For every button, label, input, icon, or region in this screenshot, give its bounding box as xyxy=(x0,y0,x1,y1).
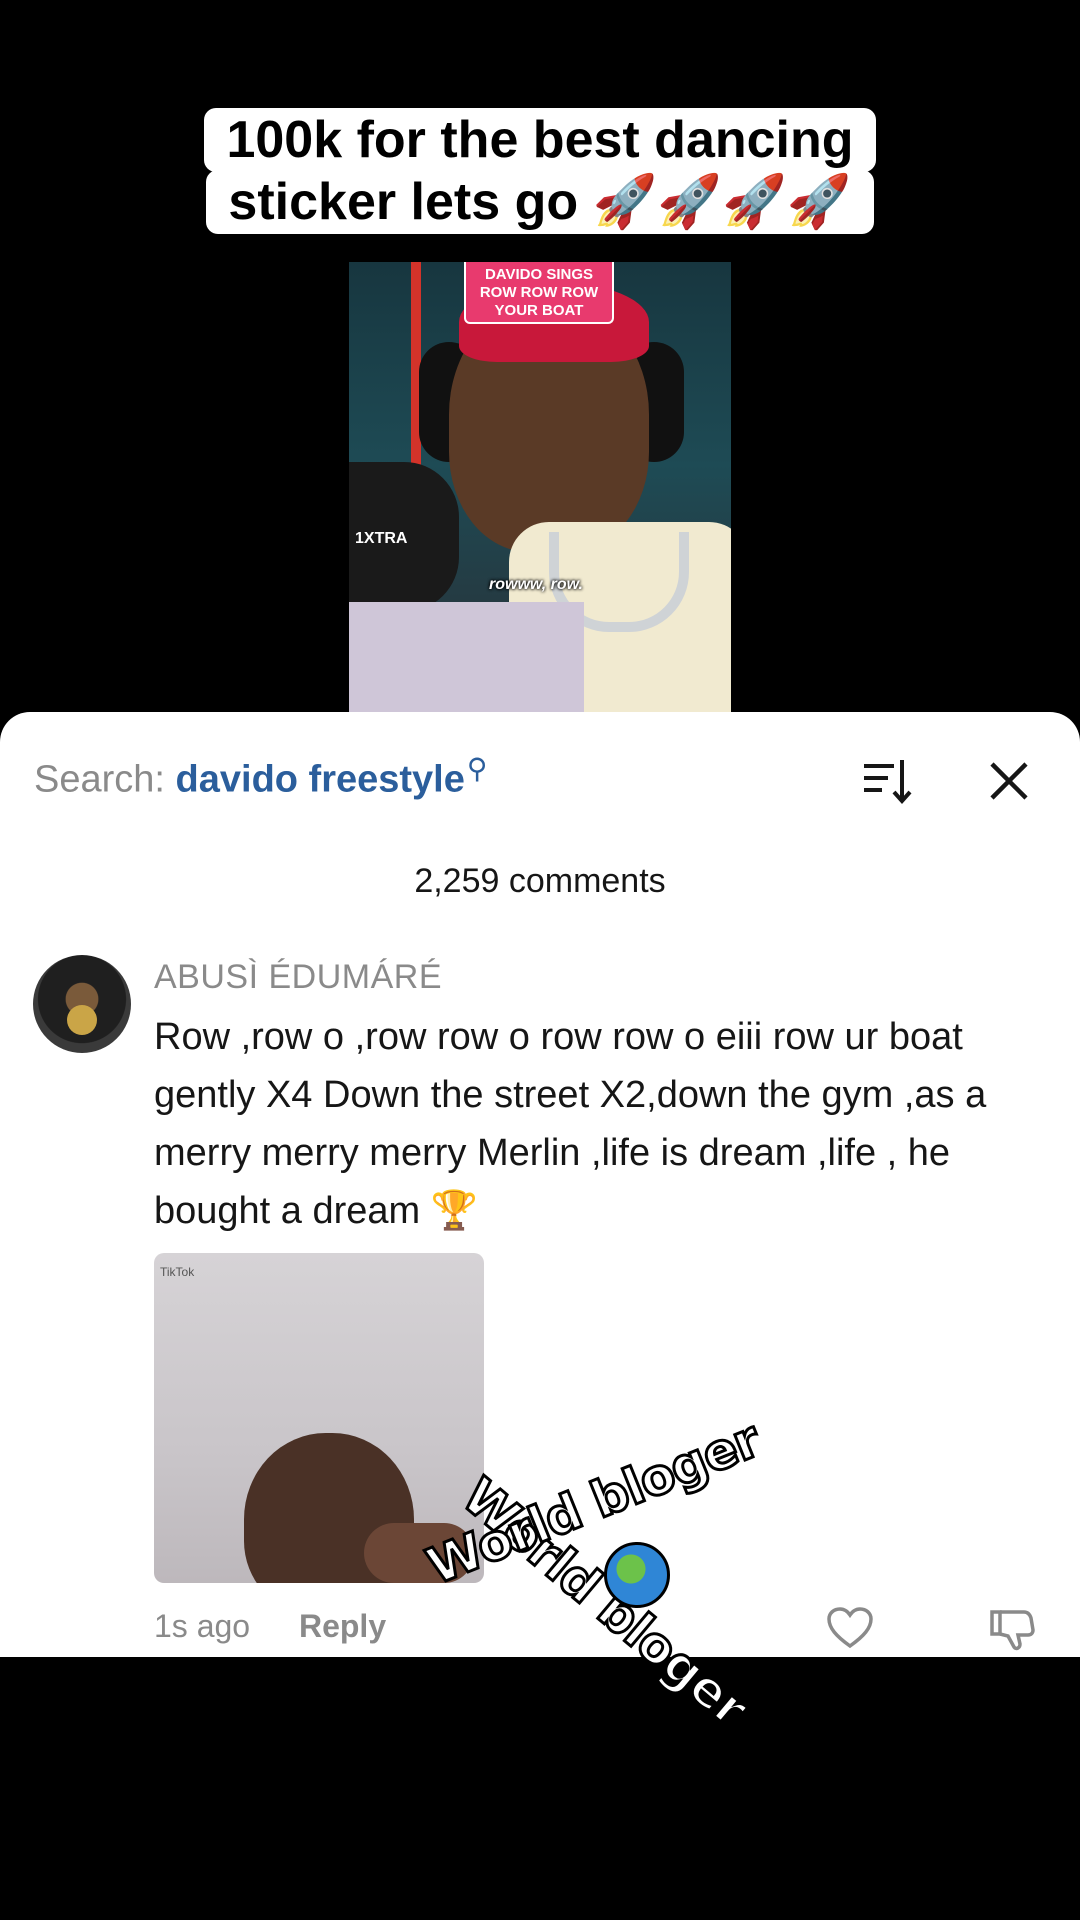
caption-line-2: sticker lets go 🚀🚀🚀🚀 xyxy=(206,170,874,234)
comment-time: 1s ago xyxy=(154,1608,251,1644)
comment-username[interactable]: ABUSÌ ÉDUMÁRÉ xyxy=(154,958,442,997)
search-suggestion[interactable]: Search: davido freestyle⚲ xyxy=(34,752,487,802)
search-icon: ⚲ xyxy=(466,753,488,784)
reply-button[interactable]: Reply xyxy=(299,1608,386,1644)
heart-icon[interactable] xyxy=(826,1606,874,1650)
globe-icon xyxy=(604,1542,670,1608)
video-player[interactable]: 1XTRA DAVIDO SINGS ROW ROW ROW YOUR BOAT… xyxy=(349,262,731,714)
video-subtitle: rowww, row. xyxy=(489,576,583,593)
comment-text: Row ,row o ,row row o row row o eiii row… xyxy=(154,1016,987,1232)
comment-meta: 1s ago Reply xyxy=(154,1608,386,1645)
sort-icon[interactable] xyxy=(862,756,912,806)
trophy-icon xyxy=(67,1005,97,1035)
comment-image[interactable]: TikTok xyxy=(154,1253,484,1583)
close-icon[interactable] xyxy=(984,756,1034,806)
tiktok-watermark: TikTok xyxy=(160,1265,195,1279)
caption-line-1: 100k for the best dancing xyxy=(204,108,876,172)
search-query-link[interactable]: davido freestyle xyxy=(176,759,465,801)
video-title-tag: DAVIDO SINGS ROW ROW ROW YOUR BOAT xyxy=(464,262,614,324)
avatar[interactable] xyxy=(33,955,131,1053)
mic-label: 1XTRA xyxy=(355,530,408,547)
comments-count: 2,259 comments xyxy=(414,862,666,900)
search-label: Search: xyxy=(34,758,165,801)
video-caption: 100k for the best dancing sticker lets g… xyxy=(0,108,1080,234)
dislike-icon[interactable] xyxy=(988,1606,1036,1652)
lyric-sheet xyxy=(349,602,584,714)
